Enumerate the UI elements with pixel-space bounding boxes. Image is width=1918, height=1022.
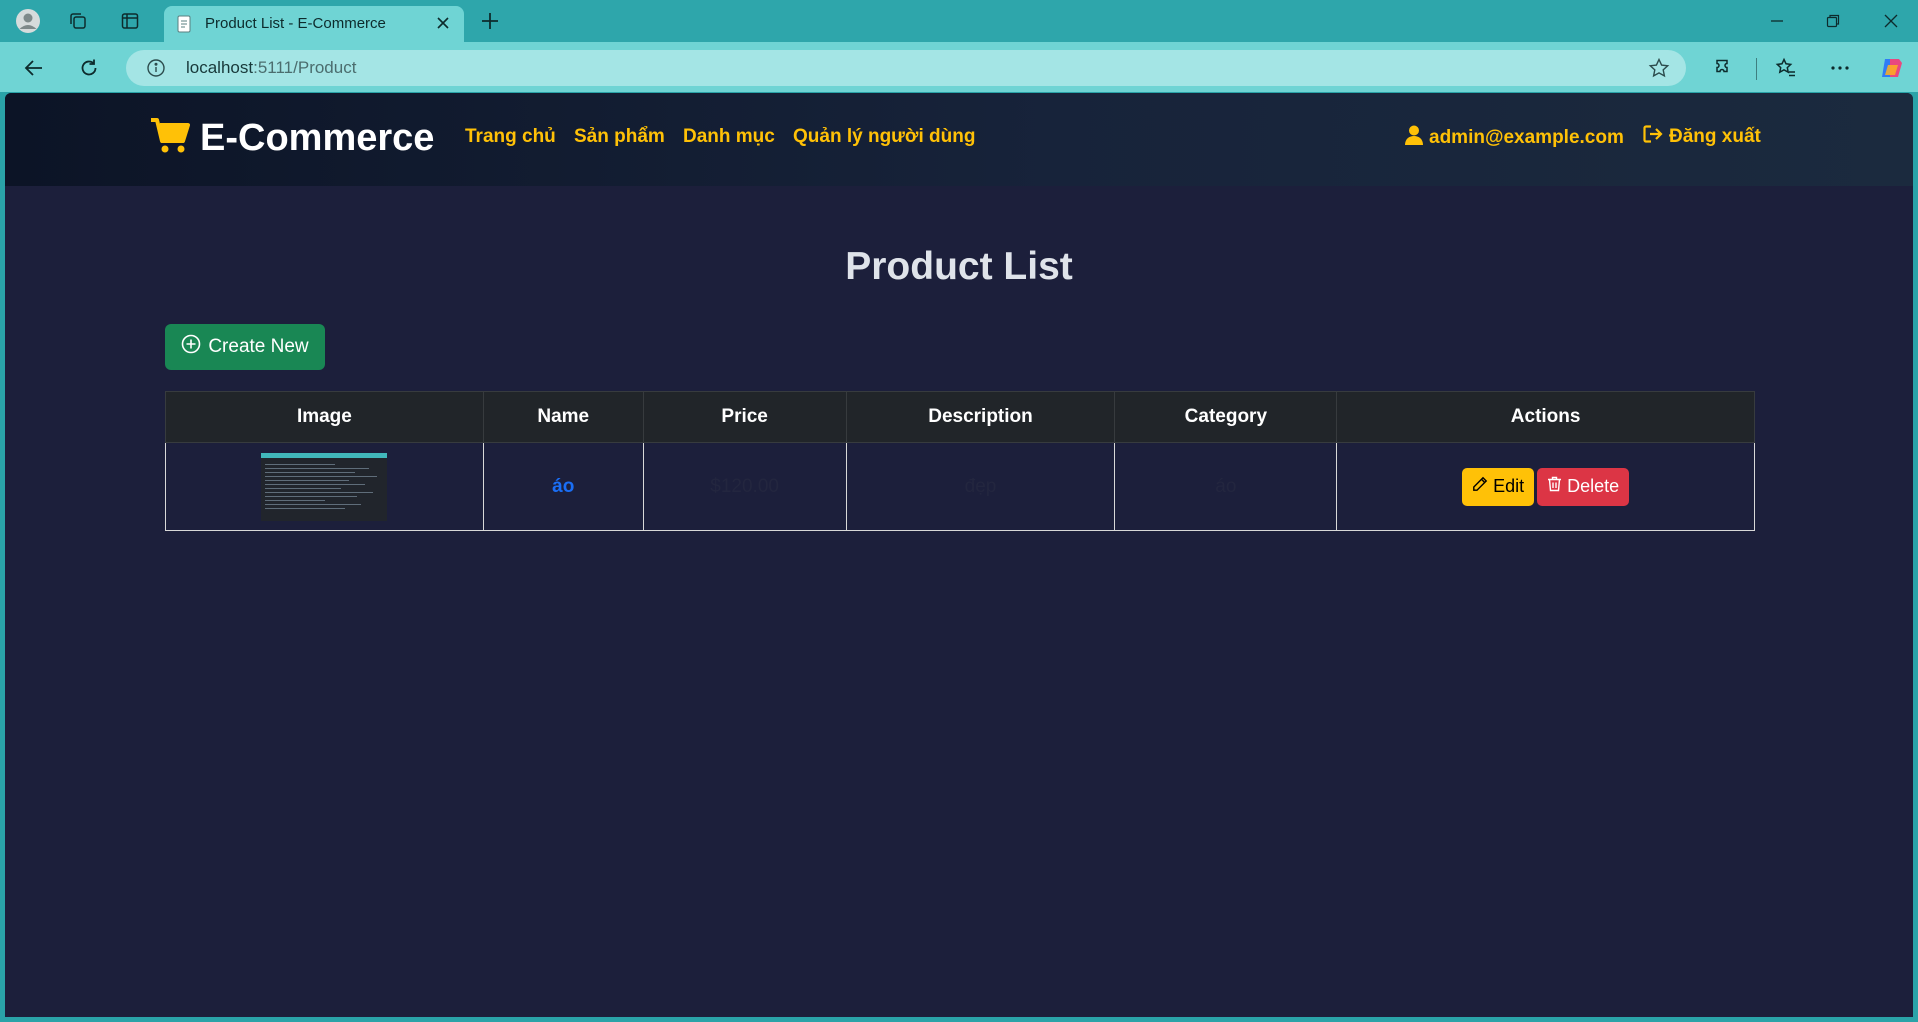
browser-tab-bar: Product List - E-Commerce xyxy=(0,0,1918,42)
logout-icon xyxy=(1643,125,1663,149)
pencil-icon xyxy=(1472,476,1488,497)
table-header-row: Image Name Price Description Category Ac… xyxy=(165,391,1755,443)
close-window-icon[interactable] xyxy=(1876,7,1906,35)
cell-name: áo xyxy=(482,442,644,531)
page-icon xyxy=(176,15,194,33)
url-bar[interactable]: localhost:5111/Product xyxy=(126,50,1686,86)
brand-link[interactable]: E-Commerce xyxy=(150,113,434,163)
delete-button[interactable]: Delete xyxy=(1537,467,1630,506)
create-new-label: Create New xyxy=(208,336,309,357)
minimize-icon[interactable] xyxy=(1762,7,1792,35)
plus-icon[interactable] xyxy=(476,7,504,35)
cell-price: $120.00 xyxy=(642,442,847,531)
product-name-link[interactable]: áo xyxy=(552,476,574,497)
refresh-icon[interactable] xyxy=(73,52,105,84)
header-category: Category xyxy=(1114,391,1338,443)
header-price: Price xyxy=(642,391,847,443)
product-thumbnail xyxy=(261,452,388,521)
nav-home[interactable]: Trang chủ xyxy=(465,126,556,148)
nav-products[interactable]: Sản phẩm xyxy=(574,126,665,148)
logout-label: Đăng xuất xyxy=(1669,126,1761,147)
brand-name: E-Commerce xyxy=(200,116,435,159)
tab-title: Product List - E-Commerce xyxy=(205,15,386,32)
cell-image xyxy=(165,442,484,531)
more-icon[interactable] xyxy=(1824,52,1856,84)
user-email: admin@example.com xyxy=(1429,127,1624,148)
product-price: $120.00 xyxy=(710,475,779,497)
tab-actions-icon[interactable] xyxy=(116,7,144,35)
restore-icon[interactable] xyxy=(1818,7,1848,35)
extensions-icon[interactable] xyxy=(1708,52,1740,84)
active-tab[interactable]: Product List - E-Commerce xyxy=(164,6,464,42)
nav-categories[interactable]: Danh mục xyxy=(683,126,775,148)
header-description: Description xyxy=(845,391,1116,443)
header-name: Name xyxy=(482,391,644,443)
favorites-icon[interactable] xyxy=(1770,52,1802,84)
edit-button[interactable]: Edit xyxy=(1462,467,1535,506)
close-icon[interactable] xyxy=(432,12,454,34)
user-account-link[interactable]: admin@example.com xyxy=(1405,125,1624,151)
create-new-button[interactable]: Create New xyxy=(165,324,325,370)
back-icon[interactable] xyxy=(18,52,50,84)
star-icon[interactable] xyxy=(1648,57,1670,79)
page-title: Product List xyxy=(845,245,1073,288)
url-host: localhost xyxy=(186,58,254,77)
url-text: localhost:5111/Product xyxy=(186,58,356,78)
product-description: đẹp xyxy=(964,475,997,497)
cell-description: đẹp xyxy=(845,442,1116,531)
product-category: áo xyxy=(1215,475,1237,497)
nav-users[interactable]: Quản lý người dùng xyxy=(793,126,975,148)
collections-icon[interactable] xyxy=(64,7,92,35)
edit-label: Edit xyxy=(1493,476,1525,496)
table-row: áo $120.00 đẹp áo Edit Delete xyxy=(165,442,1755,531)
page-viewport: E-Commerce Trang chủ Sản phẩm Danh mục Q… xyxy=(5,93,1913,1017)
delete-label: Delete xyxy=(1567,476,1620,496)
cell-actions: Edit Delete xyxy=(1336,442,1755,531)
toolbar-divider xyxy=(1756,58,1757,80)
url-path: :5111/Product xyxy=(253,58,357,77)
plus-circle-icon xyxy=(181,334,201,360)
logout-link[interactable]: Đăng xuất xyxy=(1643,125,1761,149)
address-toolbar: localhost:5111/Product xyxy=(0,42,1918,92)
header-actions: Actions xyxy=(1336,391,1755,443)
trash-icon xyxy=(1547,476,1562,497)
profile-icon[interactable] xyxy=(14,7,42,35)
header-image: Image xyxy=(165,391,484,443)
user-icon xyxy=(1405,125,1423,151)
cart-icon xyxy=(150,117,190,160)
info-icon[interactable] xyxy=(146,58,166,78)
cell-category: áo xyxy=(1114,442,1338,531)
copilot-icon[interactable] xyxy=(1876,52,1908,84)
site-navbar: E-Commerce Trang chủ Sản phẩm Danh mục Q… xyxy=(5,93,1913,186)
product-table: Image Name Price Description Category Ac… xyxy=(165,391,1755,531)
